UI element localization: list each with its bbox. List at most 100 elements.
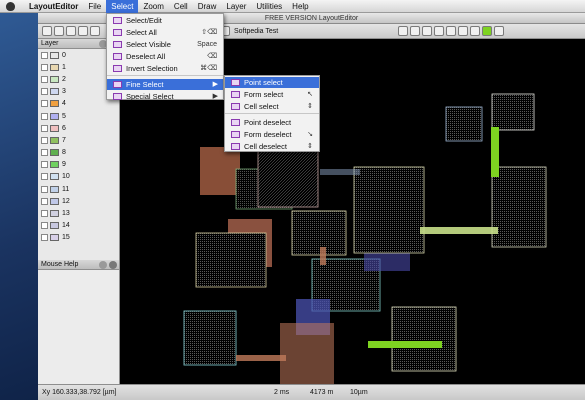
redo-icon[interactable]	[410, 26, 420, 36]
layer-visibility-checkbox[interactable]	[41, 149, 48, 157]
layer-row[interactable]: 11	[38, 183, 119, 195]
fine-select-item[interactable]: Form select ↖	[225, 89, 319, 100]
fine-select-item[interactable]: Point select	[225, 77, 319, 88]
menu-item-label: Form deselect	[244, 130, 292, 139]
menu-app-name[interactable]: LayoutEditor	[24, 0, 83, 13]
menu-zoom[interactable]: Zoom	[138, 0, 168, 13]
fine-select-item[interactable]: Cell select ⇕	[225, 101, 319, 112]
tool-color-icon[interactable]	[54, 26, 64, 36]
layer-color-swatch[interactable]	[50, 100, 59, 108]
layer-visibility-checkbox[interactable]	[41, 63, 48, 71]
layer-visibility-checkbox[interactable]	[41, 124, 48, 132]
layer-visibility-checkbox[interactable]	[41, 161, 48, 169]
layer-color-swatch[interactable]	[50, 124, 59, 132]
float-icon[interactable]	[99, 261, 107, 269]
undo-icon[interactable]	[398, 26, 408, 36]
zoom-in-icon[interactable]	[422, 26, 432, 36]
tool-select-icon[interactable]	[42, 26, 52, 36]
layer-number: 9	[62, 161, 66, 169]
close-icon[interactable]	[109, 261, 117, 269]
apple-icon[interactable]	[6, 1, 15, 11]
layer-visibility-checkbox[interactable]	[41, 51, 48, 59]
green-wire	[368, 341, 442, 348]
select-menu-item[interactable]: Special Select ▶	[107, 91, 223, 102]
layer-row[interactable]: 7	[38, 134, 119, 146]
layer-number: 8	[62, 149, 66, 157]
select-menu-item[interactable]: Select All ⇧⌫	[107, 27, 223, 38]
settings-icon[interactable]	[494, 26, 504, 36]
layer-color-swatch[interactable]	[50, 197, 59, 205]
run-icon[interactable]	[482, 26, 492, 36]
layer-visibility-checkbox[interactable]	[41, 210, 48, 218]
layer-color-swatch[interactable]	[50, 173, 59, 181]
layer-visibility-checkbox[interactable]	[41, 112, 48, 120]
zoom-level: 4173 m	[310, 389, 334, 396]
menu-layer[interactable]: Layer	[221, 0, 251, 13]
layer-number: 7	[62, 136, 66, 144]
menu-utilities[interactable]: Utilities	[251, 0, 287, 13]
layer-color-swatch[interactable]	[50, 161, 59, 169]
pan-icon[interactable]	[470, 26, 480, 36]
layer-color-swatch[interactable]	[50, 51, 59, 59]
shape-rect	[491, 166, 547, 248]
zoom-area-icon[interactable]	[458, 26, 468, 36]
layer-row[interactable]: 15	[38, 232, 119, 244]
layer-color-swatch[interactable]	[50, 75, 59, 83]
render-time: 2 ms	[274, 389, 290, 396]
layer-color-swatch[interactable]	[50, 88, 59, 96]
layer-color-swatch[interactable]	[50, 185, 59, 193]
menu-shortcut: Space	[197, 41, 217, 48]
current-cell-name[interactable]: Softpedia Test	[234, 26, 278, 37]
layer-row[interactable]: 9	[38, 159, 119, 171]
layer-number: 1	[62, 63, 66, 71]
layer-row[interactable]: 14	[38, 220, 119, 232]
menu-help[interactable]: Help	[287, 0, 313, 13]
layer-visibility-checkbox[interactable]	[41, 136, 48, 144]
select-menu-item[interactable]: Fine Select ▶	[107, 79, 223, 90]
tool-grid-icon[interactable]	[78, 26, 88, 36]
fine-select-item[interactable]: Form deselect ↘	[225, 129, 319, 140]
selection-icon	[113, 53, 122, 60]
layer-visibility-checkbox[interactable]	[41, 75, 48, 83]
layer-row[interactable]: 6	[38, 122, 119, 134]
fine-select-item[interactable]: Point deselect	[225, 117, 319, 128]
layer-visibility-checkbox[interactable]	[41, 88, 48, 96]
layer-row[interactable]: 10	[38, 171, 119, 183]
layer-color-swatch[interactable]	[50, 136, 59, 144]
zoom-out-icon[interactable]	[434, 26, 444, 36]
layer-visibility-checkbox[interactable]	[41, 173, 48, 181]
layer-color-swatch[interactable]	[50, 112, 59, 120]
select-menu-item[interactable]: Deselect All ⌫	[107, 51, 223, 62]
layer-visibility-checkbox[interactable]	[41, 197, 48, 205]
layer-color-swatch[interactable]	[50, 210, 59, 218]
layer-color-swatch[interactable]	[50, 222, 59, 230]
desktop-background	[0, 13, 38, 400]
menu-file[interactable]: File	[83, 0, 106, 13]
menu-select[interactable]: Select	[106, 0, 139, 13]
layer-visibility-checkbox[interactable]	[41, 222, 48, 230]
layer-visibility-checkbox[interactable]	[41, 234, 48, 242]
layer-color-swatch[interactable]	[50, 63, 59, 71]
layer-row[interactable]: 13	[38, 207, 119, 219]
tool-ruler-icon[interactable]	[90, 26, 100, 36]
layer-number: 5	[62, 112, 66, 120]
fine-select-item[interactable]: Cell deselect ⇕	[225, 141, 319, 152]
layer-color-swatch[interactable]	[50, 149, 59, 157]
menu-cell[interactable]: Cell	[169, 0, 193, 13]
layer-row[interactable]: 5	[38, 110, 119, 122]
layer-row[interactable]: 12	[38, 195, 119, 207]
mouse-help-panel: Mouse Help	[38, 260, 120, 384]
shape-rect	[353, 166, 425, 254]
menu-draw[interactable]: Draw	[193, 0, 222, 13]
layer-row[interactable]: 8	[38, 147, 119, 159]
zoom-fit-icon[interactable]	[446, 26, 456, 36]
layer-color-swatch[interactable]	[50, 234, 59, 242]
select-menu-item[interactable]: Invert Selection ⌘⌫	[107, 63, 223, 74]
layer-visibility-checkbox[interactable]	[41, 185, 48, 193]
layer-visibility-checkbox[interactable]	[41, 100, 48, 108]
select-menu-item[interactable]: Select Visible Space	[107, 39, 223, 50]
tool-layer-icon[interactable]	[66, 26, 76, 36]
select-menu-item[interactable]: Select/Edit	[107, 15, 223, 26]
cursor-coordinates: Xy 160.333,38.792 [µm]	[42, 389, 117, 396]
menu-item-label: Select/Edit	[126, 16, 162, 25]
